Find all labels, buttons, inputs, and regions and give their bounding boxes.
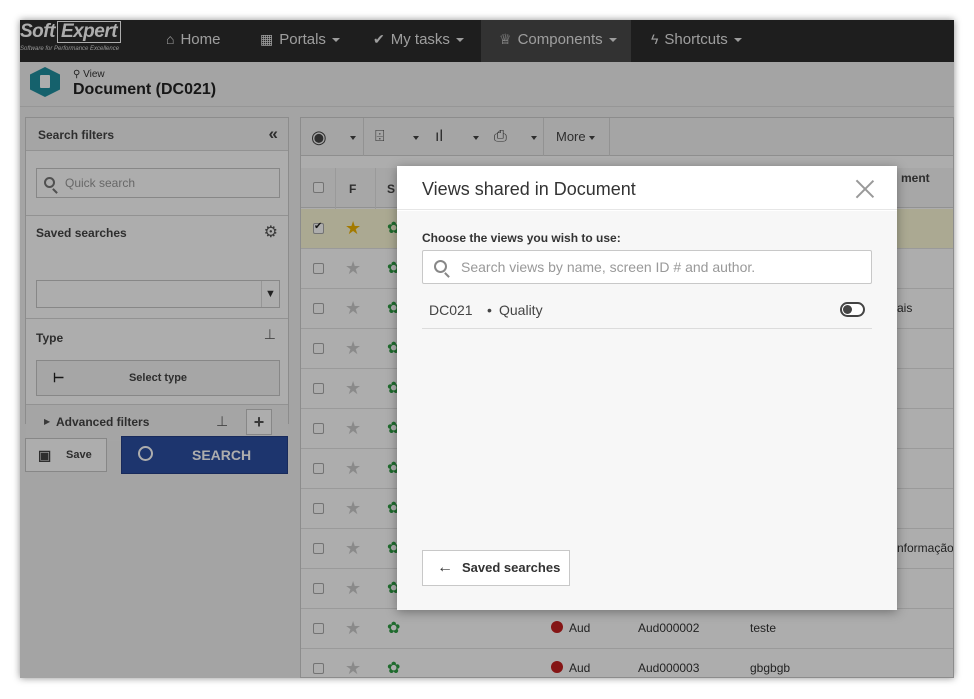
arrow-left-icon: ← — [437, 559, 453, 576]
view-code: DC021 — [429, 302, 473, 318]
dialog-header: Views shared in Document — [397, 166, 897, 210]
view-list-item[interactable]: DC021 • Quality — [422, 294, 872, 329]
dialog-title: Views shared in Document — [422, 179, 636, 199]
view-separator: • — [487, 302, 492, 318]
app-window: Soft Expert Software for Performance Exce… — [20, 20, 954, 678]
view-toggle[interactable] — [840, 302, 865, 317]
views-search-placeholder: Search views by name, screen ID # and au… — [461, 259, 756, 275]
view-name: Quality — [499, 302, 543, 318]
saved-searches-back-button[interactable]: ← Saved searches — [422, 550, 570, 586]
views-search-input[interactable]: Search views by name, screen ID # and au… — [422, 250, 872, 284]
back-button-label: Saved searches — [462, 560, 561, 575]
toggle-knob — [843, 305, 852, 314]
dialog-body: Choose the views you wish to use: Search… — [397, 211, 897, 610]
close-icon[interactable] — [855, 179, 875, 199]
choose-views-label: Choose the views you wish to use: — [422, 231, 621, 245]
search-icon — [434, 260, 447, 273]
views-shared-dialog: Views shared in Document Choose the view… — [397, 166, 897, 610]
